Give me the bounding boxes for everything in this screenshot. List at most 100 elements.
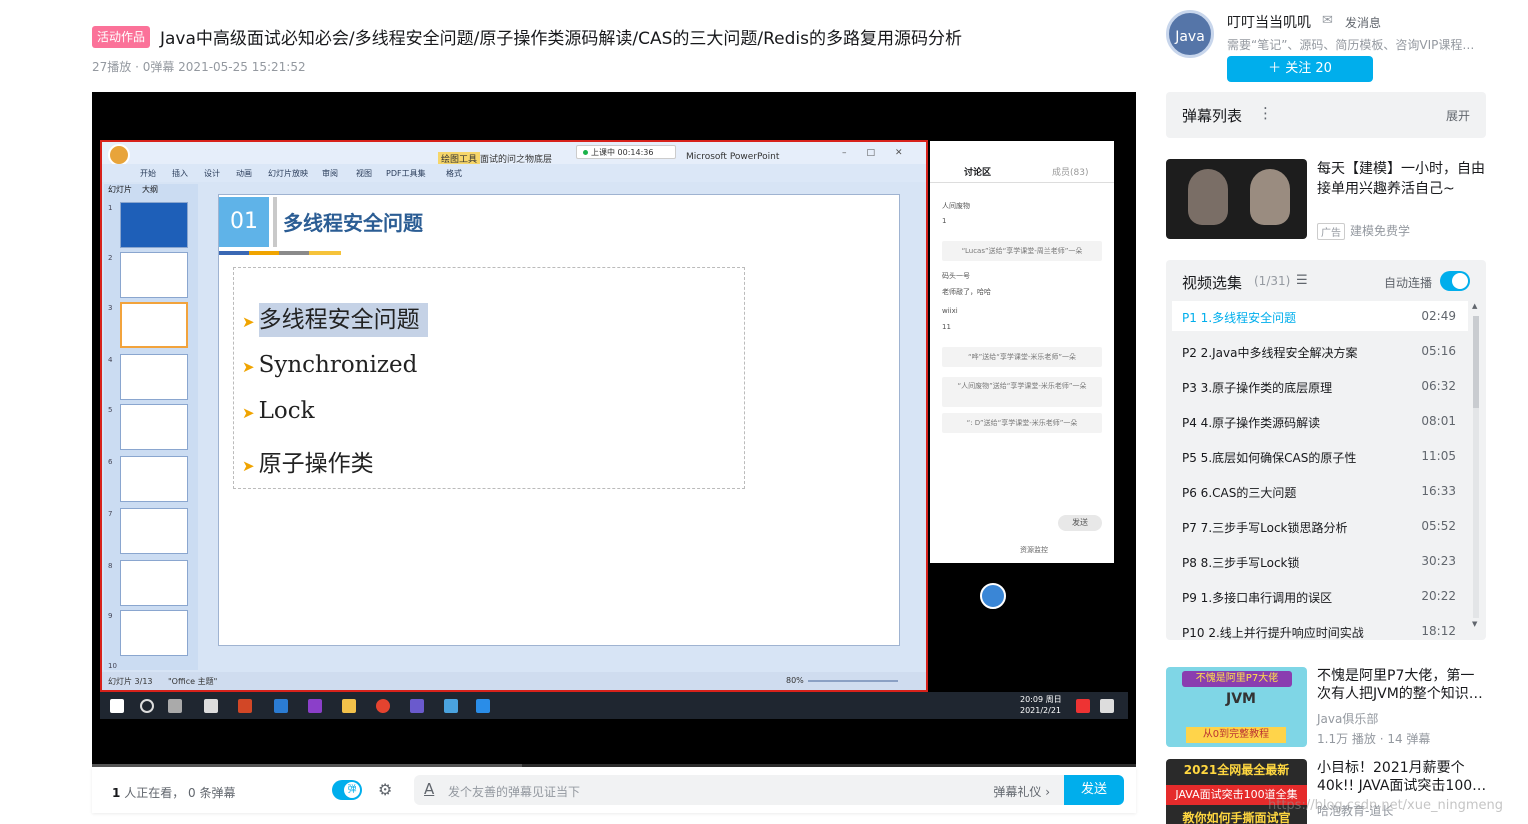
taskbar-time: 20:09 周日 — [1020, 695, 1062, 704]
episode-label: P8 8.三步手写Lock锁 — [1182, 556, 1300, 570]
slide-divider — [273, 197, 277, 247]
ad-face — [1188, 169, 1228, 225]
app-icon — [444, 699, 458, 713]
episode-item[interactable]: P3 3.原子操作类的底层原理 06:32 — [1172, 371, 1468, 401]
uploader-avatar[interactable]: Java — [1166, 10, 1214, 58]
slide-thumbnail-selected — [120, 302, 188, 348]
slide-counter: 幻灯片 3/13 — [108, 677, 153, 686]
viewer-number: 1 — [112, 786, 121, 800]
ribbon-tab: 幻灯片放映 — [268, 169, 308, 178]
app-icon — [410, 699, 424, 713]
ppt-ribbon: 开始 插入 设计 动画 幻灯片放映 审阅 视图 PDF工具集 格式 — [102, 164, 926, 182]
slide-bullet: ➤ Synchronized — [242, 352, 417, 378]
slide-bullet: ➤ 原子操作类 — [242, 444, 374, 478]
danmaku-settings-icon[interactable]: ⚙ — [378, 780, 392, 799]
thumb-number: 10 — [108, 662, 117, 670]
slide-line — [249, 251, 279, 255]
ad-tag: 广告 — [1317, 223, 1345, 240]
floating-avatar — [980, 583, 1006, 609]
slide-thumbnail — [120, 252, 188, 298]
chat-text: 老师敲了，哈哈 — [942, 288, 991, 296]
recommend-stats: 1.1万 播放 · 14 弹幕 — [1317, 732, 1431, 746]
autoplay-toggle[interactable] — [1440, 271, 1470, 291]
danmaku-count: 0 条弹幕 — [188, 786, 236, 800]
ribbon-tab: 设计 — [204, 169, 220, 178]
font-style-icon[interactable]: A — [424, 780, 434, 798]
taskview-icon — [168, 699, 182, 713]
bullet-arrow-icon: ➤ — [242, 313, 255, 331]
thumb-number: 5 — [108, 406, 113, 414]
episode-item[interactable]: P5 5.底层如何确保CAS的原子性 11:05 — [1172, 441, 1468, 471]
cover-bottom-text: 从0到完整教程 — [1186, 727, 1286, 743]
bullet-arrow-icon: ➤ — [242, 404, 255, 422]
episode-item[interactable]: P10 2.线上并行提升响应时间实战 18:12 — [1172, 616, 1468, 640]
slide-bullet: ➤ Lock — [242, 398, 315, 424]
bullet-arrow-icon: ➤ — [242, 457, 255, 475]
slide-line — [279, 251, 309, 255]
thumb-number: 4 — [108, 356, 113, 364]
ppt-window: 绘图工具 面试的问之物底层 上课中 00:14:36 Microsoft Pow… — [100, 140, 928, 692]
episode-item[interactable]: P9 1.多接口串行调用的误区 20:22 — [1172, 581, 1468, 611]
ribbon-tab: 开始 — [140, 169, 156, 178]
episode-duration: 16:33 — [1421, 484, 1456, 498]
episode-scrollbar[interactable]: ▲ ▼ — [1471, 302, 1481, 630]
episode-item[interactable]: P8 8.三步手写Lock锁 30:23 — [1172, 546, 1468, 576]
episode-item[interactable]: P2 2.Java中多线程安全解决方案 05:16 — [1172, 336, 1468, 366]
bullet-text: 原子操作类 — [258, 451, 374, 477]
scroll-down-icon[interactable]: ▼ — [1472, 620, 1477, 628]
thumb-number: 7 — [108, 510, 113, 518]
send-message-link[interactable]: 发消息 — [1345, 14, 1381, 31]
episode-item[interactable]: P6 6.CAS的三大问题 16:33 — [1172, 476, 1468, 506]
expand-button[interactable]: 展开 — [1446, 107, 1470, 124]
episode-item-active[interactable]: P1 1.多线程安全问题 02:49 — [1172, 301, 1468, 331]
scroll-thumb[interactable] — [1473, 316, 1479, 408]
recommend-title[interactable]: 不愧是阿里P7大佬，第一次有人把JVM的整个知识… — [1317, 667, 1487, 703]
episode-list: 视频选集 (1/31) ☰ 自动连播 P1 1.多线程安全问题 02:49 P2… — [1166, 260, 1486, 640]
episode-item[interactable]: P7 7.三步手写Lock锁思路分析 05:52 — [1172, 511, 1468, 541]
activity-badge[interactable]: 活动作品 — [92, 26, 150, 48]
thumb-number: 9 — [108, 612, 113, 620]
class-chat-panel: 讨论区 成员(83) 人间废物 1 “Lucas”送给“享学课堂-周兰老师”一朵… — [930, 141, 1114, 563]
app-icon — [204, 699, 218, 713]
danmaku-etiquette-link[interactable]: 弹幕礼仪 › — [993, 783, 1050, 800]
list-view-icon[interactable]: ☰ — [1296, 273, 1308, 288]
slide-line — [309, 251, 341, 255]
slide-section-number: 01 — [219, 197, 269, 247]
uploader-name[interactable]: 叮叮当当叽叽 — [1227, 12, 1311, 32]
episode-item[interactable]: P4 4.原子操作类源码解读 08:01 — [1172, 406, 1468, 436]
scroll-up-icon[interactable]: ▲ — [1472, 302, 1477, 310]
danmaku-input[interactable]: A 发个友善的弹幕见证当下 弹幕礼仪 › — [414, 775, 1064, 805]
slide-thumbnail — [120, 610, 188, 656]
recommend-uploader[interactable]: Java俱乐部 — [1317, 710, 1378, 727]
chat-user: 人间废物 — [942, 202, 970, 210]
chat-user: wiixi — [942, 307, 958, 315]
zoom-slider — [808, 680, 898, 682]
viewer-text: 人正在看， — [124, 786, 185, 800]
tab-discuss: 讨论区 — [964, 168, 992, 178]
episode-duration: 11:05 — [1421, 449, 1456, 463]
chrome-icon — [376, 699, 390, 713]
recommend-thumbnail[interactable]: 2021全网最全最新 JAVA面试突击100道全集 教你如何手撕面试官 — [1166, 759, 1307, 824]
ad-thumbnail[interactable] — [1166, 159, 1307, 239]
danmaku-toggle[interactable]: 弹 — [332, 780, 362, 800]
follow-button[interactable]: ＋ 关注 20 — [1227, 56, 1373, 82]
app-icon — [476, 699, 490, 713]
recommend-thumbnail[interactable]: 不愧是阿里P7大佬 JVM 从0到完整教程 — [1166, 667, 1307, 747]
word-icon — [274, 699, 288, 713]
send-danmaku-button[interactable]: 发送 — [1064, 775, 1124, 805]
chat-text: 1 — [942, 217, 947, 225]
theme-name: "Office 主题" — [168, 677, 218, 686]
recommend-title[interactable]: 小目标！2021月薪要个40k!! JAVA面试突击100… — [1317, 759, 1487, 795]
bullet-arrow-icon: ➤ — [242, 358, 255, 376]
thumb-number: 3 — [108, 304, 113, 312]
panel-tab-outline: 大纲 — [142, 185, 158, 194]
thumb-number: 6 — [108, 458, 113, 466]
ad-title[interactable]: 每天【建模】一小时，自由接单用兴趣养活自己~ — [1317, 159, 1487, 199]
more-icon[interactable]: ⋮ — [1258, 104, 1273, 122]
mail-icon[interactable]: ✉ — [1322, 13, 1333, 28]
episode-label: P10 2.线上并行提升响应时间实战 — [1182, 626, 1364, 640]
live-status-text: 上课中 00:14:36 — [591, 148, 654, 157]
episode-label: P5 5.底层如何确保CAS的原子性 — [1182, 451, 1357, 465]
danmaku-list-header[interactable]: 弹幕列表 ⋮ 展开 — [1166, 92, 1486, 138]
ad-source[interactable]: 建模免费学 — [1350, 222, 1410, 239]
